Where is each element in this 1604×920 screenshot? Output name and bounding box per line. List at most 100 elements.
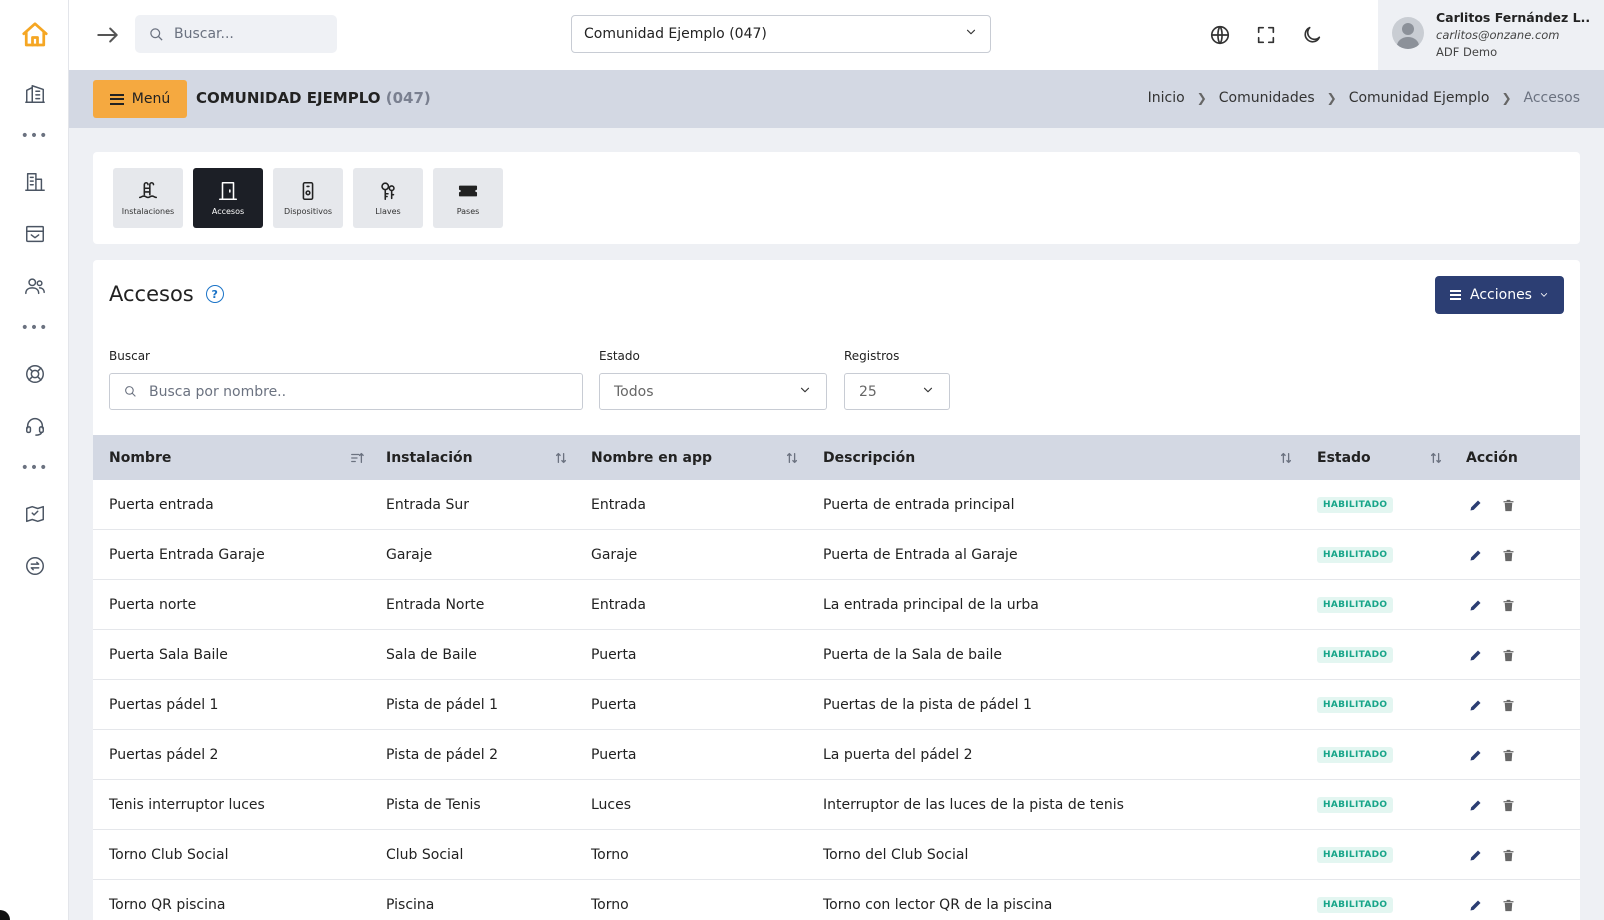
cell-instalacion: Club Social	[386, 847, 464, 863]
edit-icon[interactable]	[1468, 880, 1483, 920]
column-header-nombre[interactable]: Nombre	[109, 435, 171, 480]
status-badge: HABILITADO	[1317, 897, 1394, 913]
table-row[interactable]: Tenis interruptor luces Pista de Tenis L…	[93, 780, 1580, 830]
edit-icon[interactable]	[1468, 530, 1483, 580]
building-icon[interactable]	[0, 170, 69, 194]
breadcrumb-item-comunidad[interactable]: Comunidad Ejemplo	[1349, 90, 1490, 106]
actions-button[interactable]: Acciones	[1435, 276, 1564, 314]
trash-icon[interactable]	[1501, 730, 1516, 780]
edit-icon[interactable]	[1468, 480, 1483, 530]
column-header-nombre-app[interactable]: Nombre en app	[591, 435, 712, 480]
tab-dispositivos[interactable]: Dispositivos	[273, 168, 343, 228]
global-search-input[interactable]	[174, 26, 324, 42]
status-badge: HABILITADO	[1317, 597, 1394, 613]
dark-mode-icon[interactable]	[1299, 22, 1325, 48]
user-name: Carlitos Fernández L..	[1436, 10, 1591, 25]
edit-icon[interactable]	[1468, 730, 1483, 780]
menu-button[interactable]: Menú	[93, 80, 187, 118]
breadcrumb-item-comunidades[interactable]: Comunidades	[1219, 90, 1315, 106]
edit-icon[interactable]	[1468, 580, 1483, 630]
column-header-descripcion[interactable]: Descripción	[823, 435, 915, 480]
status-badge: HABILITADO	[1317, 497, 1394, 513]
section-title-text: Accesos	[109, 282, 194, 306]
table-row[interactable]: Puertas pádel 1 Pista de pádel 1 Puerta …	[93, 680, 1580, 730]
trash-icon[interactable]	[1501, 680, 1516, 730]
cell-nombre-app: Entrada	[591, 497, 647, 513]
fullscreen-icon[interactable]	[1253, 22, 1279, 48]
tab-label: Instalaciones	[121, 207, 175, 216]
edit-icon[interactable]	[1468, 680, 1483, 730]
sort-icon[interactable]	[785, 450, 799, 464]
records-select[interactable]: 25	[844, 373, 950, 410]
edit-icon[interactable]	[1468, 630, 1483, 680]
column-header-accion: Acción	[1466, 449, 1518, 466]
cell-descripcion: Torno con lector QR de la piscina	[823, 897, 1053, 913]
chevron-right-icon: ❯	[1326, 91, 1337, 105]
tab-instalaciones[interactable]: Instalaciones	[113, 168, 183, 228]
buildings-icon[interactable]	[0, 82, 69, 106]
trash-icon[interactable]	[1501, 880, 1516, 920]
table-row[interactable]: Puerta Sala Baile Sala de Baile Puerta P…	[93, 630, 1580, 680]
cell-descripcion: Puerta de entrada principal	[823, 497, 1015, 513]
more-icon[interactable]: •••	[0, 128, 69, 144]
module-tabs: Instalaciones Accesos Dispositivos Llave…	[93, 152, 1580, 244]
cell-nombre: Puerta Sala Baile	[109, 647, 228, 663]
sort-icon[interactable]	[1429, 450, 1443, 464]
table-row[interactable]: Torno Club Social Club Social Torno Torn…	[93, 830, 1580, 880]
sort-asc-icon[interactable]	[350, 450, 364, 464]
more-icon[interactable]: •••	[0, 320, 69, 336]
records-label: Registros	[844, 349, 900, 363]
support-icon[interactable]	[0, 362, 69, 386]
status-badge: HABILITADO	[1317, 697, 1394, 713]
cell-nombre: Tenis interruptor luces	[109, 797, 265, 813]
status-select[interactable]: Todos	[599, 373, 827, 410]
device-icon	[302, 181, 314, 201]
exchange-icon[interactable]	[0, 554, 69, 578]
pool-icon	[138, 181, 158, 199]
status-select-value: Todos	[614, 383, 654, 400]
store-icon[interactable]	[0, 222, 69, 246]
status-badge: HABILITADO	[1317, 647, 1394, 663]
cell-nombre: Puerta norte	[109, 597, 197, 613]
column-header-instalacion[interactable]: Instalación	[386, 435, 473, 480]
edit-icon[interactable]	[1468, 780, 1483, 830]
sort-icon[interactable]	[1279, 450, 1293, 464]
more-icon[interactable]: •••	[0, 460, 69, 476]
table-row[interactable]: Torno QR piscina Piscina Torno Torno con…	[93, 880, 1580, 920]
headset-icon[interactable]	[0, 414, 69, 438]
table-row[interactable]: Puerta Entrada Garaje Garaje Garaje Puer…	[93, 530, 1580, 580]
table-row[interactable]: Puertas pádel 2 Pista de pádel 2 Puerta …	[93, 730, 1580, 780]
search-label: Buscar	[109, 349, 150, 363]
users-icon[interactable]	[0, 274, 69, 298]
table-row[interactable]: Puerta norte Entrada Norte Entrada La en…	[93, 580, 1580, 630]
status-badge: HABILITADO	[1317, 797, 1394, 813]
expand-arrow-icon[interactable]	[95, 22, 121, 48]
map-icon[interactable]	[0, 502, 69, 526]
sort-icon[interactable]	[554, 450, 568, 464]
search-field[interactable]	[109, 373, 583, 410]
tab-pases[interactable]: Pases	[433, 168, 503, 228]
column-header-estado[interactable]: Estado	[1317, 435, 1371, 480]
trash-icon[interactable]	[1501, 630, 1516, 680]
trash-icon[interactable]	[1501, 780, 1516, 830]
cell-nombre-app: Luces	[591, 797, 632, 813]
globe-icon[interactable]	[1207, 22, 1233, 48]
community-select[interactable]: Comunidad Ejemplo (047)	[571, 15, 991, 53]
search-input[interactable]	[149, 383, 529, 400]
edit-icon[interactable]	[1468, 830, 1483, 880]
records-select-value: 25	[859, 383, 877, 400]
cell-instalacion: Garaje	[386, 547, 433, 563]
table-row[interactable]: Puerta entrada Entrada Sur Entrada Puert…	[93, 480, 1580, 530]
trash-icon[interactable]	[1501, 480, 1516, 530]
home-icon[interactable]	[0, 18, 69, 52]
global-search[interactable]	[135, 15, 337, 53]
help-icon[interactable]: ?	[205, 285, 224, 303]
trash-icon[interactable]	[1501, 530, 1516, 580]
cell-instalacion: Pista de pádel 2	[386, 747, 498, 763]
breadcrumb-item-inicio[interactable]: Inicio	[1148, 90, 1185, 106]
trash-icon[interactable]	[1501, 830, 1516, 880]
tab-accesos[interactable]: Accesos	[193, 168, 263, 228]
trash-icon[interactable]	[1501, 580, 1516, 630]
user-menu[interactable]: Carlitos Fernández L.. carlitos@onzane.c…	[1378, 0, 1604, 70]
tab-llaves[interactable]: Llaves	[353, 168, 423, 228]
